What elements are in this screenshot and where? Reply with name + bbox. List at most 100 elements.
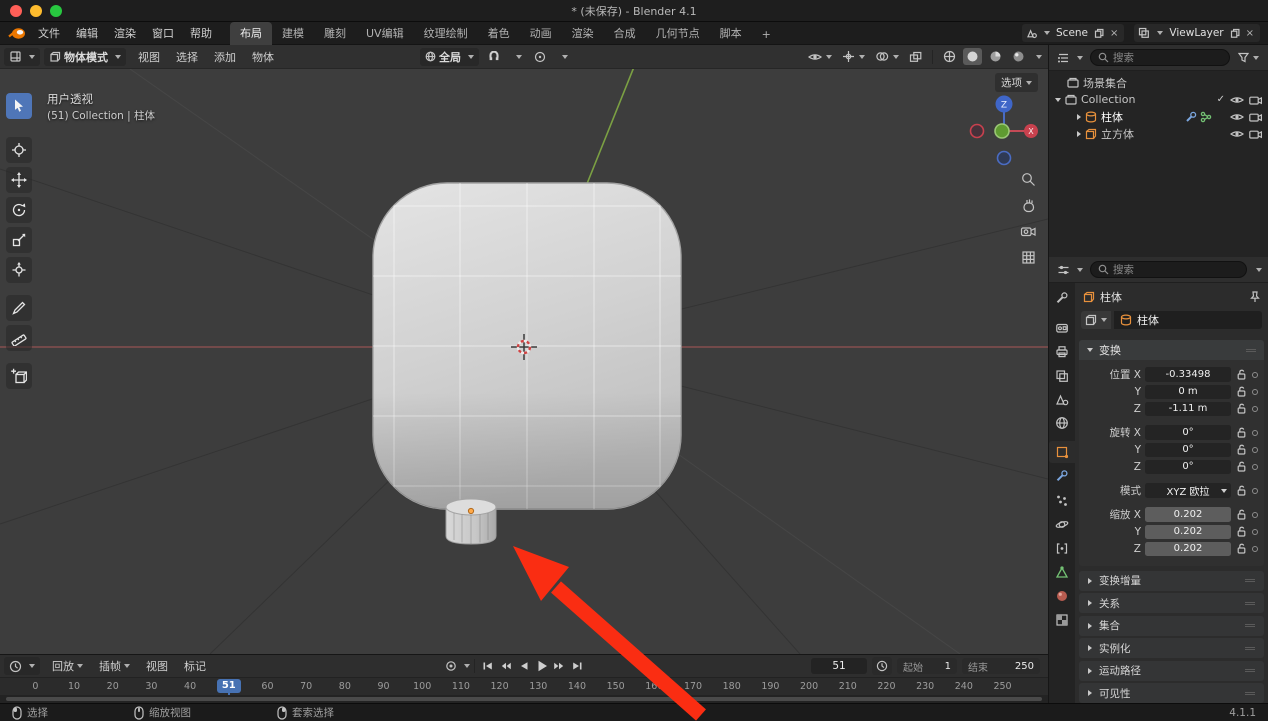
transform-value-field[interactable]: 0° <box>1145 425 1231 440</box>
lock-icon[interactable] <box>1235 386 1248 397</box>
pin-icon[interactable] <box>1250 288 1260 307</box>
transform-orientation-select[interactable]: 全局 <box>420 47 479 66</box>
tab-texture[interactable] <box>1050 609 1074 631</box>
shading-wireframe-button[interactable] <box>940 48 959 65</box>
outliner-search-input[interactable]: 搜索 <box>1090 49 1230 66</box>
editor-type-button[interactable] <box>1055 49 1085 67</box>
properties-search-input[interactable]: 搜索 <box>1090 261 1247 278</box>
workspace-tab[interactable]: 雕刻 <box>314 22 356 45</box>
animate-property-icon[interactable] <box>1252 463 1258 470</box>
transform-value-field[interactable]: 0.202 <box>1145 541 1231 556</box>
properties-section-header[interactable]: 关系 <box>1079 593 1264 613</box>
tab-particles[interactable] <box>1050 489 1074 511</box>
topbar-menu-item[interactable]: 窗口 <box>144 23 182 43</box>
object-visibility-button[interactable] <box>805 48 835 66</box>
proportional-edit-toggle[interactable] <box>531 48 549 66</box>
transform-panel-header[interactable]: 变换 <box>1079 340 1264 360</box>
tab-view-layer[interactable] <box>1050 364 1074 386</box>
viewport-menu-item[interactable]: 视图 <box>130 47 168 67</box>
disable-render-camera-icon[interactable] <box>1249 95 1262 105</box>
timeline-ruler[interactable]: 0 10 20 30 40 51 60 70 80 90 100 110 120 130 140 150 1… <box>0 677 1048 697</box>
workspace-tab[interactable]: 脚本 <box>710 22 752 45</box>
transform-value-field[interactable]: -0.33498 <box>1145 367 1231 382</box>
tab-material[interactable] <box>1050 585 1074 607</box>
transform-value-field[interactable]: 0 m <box>1145 384 1231 399</box>
cylinder-object[interactable] <box>441 496 501 548</box>
axis-y-ball[interactable] <box>994 123 1010 139</box>
outliner-row-cylinder[interactable]: 柱体 <box>1049 108 1268 125</box>
next-keyframe-button[interactable] <box>551 658 568 674</box>
scene-selector[interactable]: Scene × <box>1022 24 1125 42</box>
properties-section-header[interactable]: 集合 <box>1079 615 1264 636</box>
lock-icon[interactable] <box>1235 427 1248 438</box>
topbar-menu-item[interactable]: 文件 <box>30 23 68 43</box>
lock-icon[interactable] <box>1235 543 1248 554</box>
hide-eye-icon[interactable] <box>1230 129 1244 139</box>
maximize-window-button[interactable] <box>50 4 62 17</box>
lock-icon[interactable] <box>1235 403 1248 414</box>
annotate-tool[interactable] <box>6 295 32 321</box>
viewport-menu-item[interactable]: 添加 <box>206 47 244 67</box>
transform-value-field[interactable]: 0° <box>1145 459 1231 474</box>
workspace-tab[interactable]: 几何节点 <box>646 22 710 45</box>
lock-icon[interactable] <box>1235 461 1248 472</box>
hide-eye-icon[interactable] <box>1230 112 1244 122</box>
add-cube-tool[interactable] <box>6 363 32 389</box>
proportional-falloff-button[interactable] <box>555 48 571 66</box>
expand-icon[interactable] <box>1077 113 1081 120</box>
properties-section-header[interactable]: 变换增量 <box>1079 570 1264 591</box>
shading-solid-button[interactable] <box>963 48 982 65</box>
transform-value-field[interactable]: -1.11 m <box>1145 401 1231 416</box>
new-scene-icon[interactable] <box>1094 28 1105 39</box>
frame-end-field[interactable]: 结束 250 <box>962 658 1040 674</box>
animate-property-icon[interactable] <box>1252 528 1258 535</box>
transform-value-field[interactable]: 0° <box>1145 442 1231 457</box>
lock-icon[interactable] <box>1235 369 1248 380</box>
remove-viewlayer-button[interactable]: × <box>1244 28 1256 39</box>
timeline-menu-item[interactable]: 标记 <box>176 656 214 676</box>
minimize-window-button[interactable] <box>30 4 42 17</box>
current-frame-field[interactable]: 51 <box>811 658 867 674</box>
transform-tool[interactable] <box>6 257 32 283</box>
mode-select[interactable]: 物体模式 <box>44 47 126 66</box>
editor-type-button[interactable] <box>1055 261 1085 279</box>
tab-object-data[interactable] <box>1050 561 1074 583</box>
jump-to-end-button[interactable] <box>569 658 586 674</box>
id-type-selector[interactable] <box>1081 311 1111 329</box>
animate-property-icon[interactable] <box>1252 545 1258 552</box>
move-tool[interactable] <box>6 167 32 193</box>
animate-property-icon[interactable] <box>1252 429 1258 436</box>
tab-physics[interactable] <box>1050 513 1074 535</box>
filter-button[interactable] <box>1235 49 1262 67</box>
topbar-menu-item[interactable]: 渲染 <box>106 23 144 43</box>
workspace-tab[interactable]: 动画 <box>520 22 562 45</box>
tab-object[interactable] <box>1049 441 1075 463</box>
workspace-tab[interactable]: 着色 <box>478 22 520 45</box>
toggle-ortho-button[interactable] <box>1018 247 1038 267</box>
transform-value-field[interactable]: XYZ 欧拉 <box>1145 483 1231 498</box>
collection-checkbox[interactable]: ✓ <box>1217 94 1225 105</box>
disable-render-camera-icon[interactable] <box>1249 129 1262 139</box>
play-button[interactable] <box>533 658 550 674</box>
editor-type-button[interactable] <box>4 657 40 675</box>
frame-start-field[interactable]: 起始 1 <box>897 658 957 674</box>
pan-button[interactable] <box>1018 195 1038 215</box>
blender-logo-icon[interactable] <box>8 27 26 40</box>
jump-to-start-button[interactable] <box>479 658 496 674</box>
hide-eye-icon[interactable] <box>1230 95 1244 105</box>
viewport-canvas[interactable]: 用户透视 (51) Collection | 柱体 选项 Z X <box>0 69 1048 654</box>
shading-material-button[interactable] <box>986 48 1005 65</box>
properties-section-header[interactable]: 运动路径 <box>1079 660 1264 681</box>
lock-icon[interactable] <box>1235 509 1248 520</box>
select-box-tool[interactable] <box>6 93 32 119</box>
disable-render-camera-icon[interactable] <box>1249 112 1262 122</box>
lock-icon[interactable] <box>1235 444 1248 455</box>
outliner-row-scene-collection[interactable]: 场景集合 <box>1049 74 1268 91</box>
current-frame-marker[interactable]: 51 <box>209 678 248 697</box>
animate-property-icon[interactable] <box>1252 371 1258 378</box>
object-name-field[interactable]: 柱体 <box>1114 311 1262 329</box>
snap-settings-button[interactable] <box>509 48 525 66</box>
timeline-menu-item[interactable]: 回放 <box>44 656 91 676</box>
new-viewlayer-icon[interactable] <box>1230 28 1241 39</box>
editor-type-button[interactable] <box>4 47 40 66</box>
